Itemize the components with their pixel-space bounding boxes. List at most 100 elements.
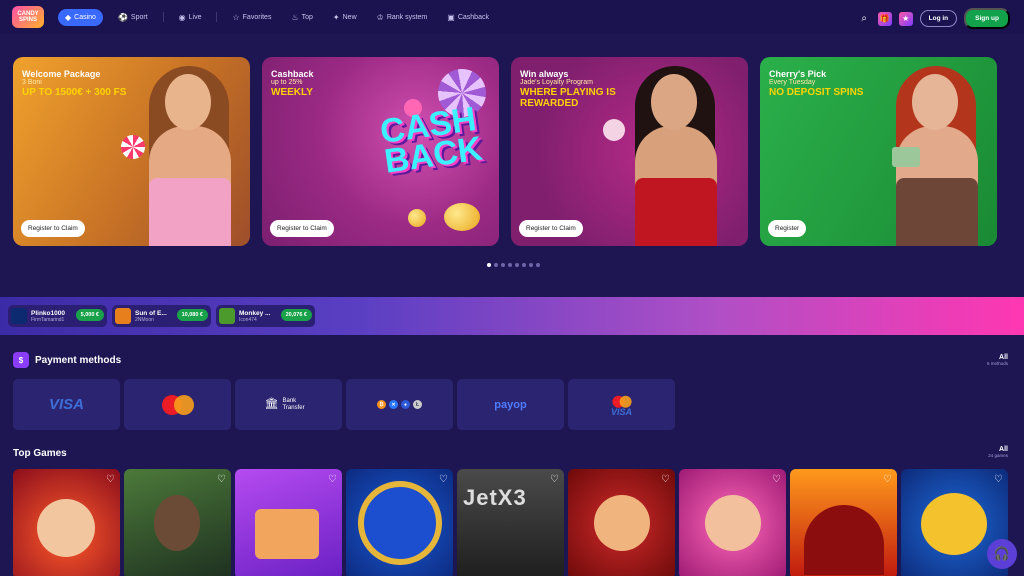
nav-favorites[interactable]: ☆ Favorites bbox=[227, 10, 276, 25]
game-art bbox=[255, 509, 319, 559]
carousel-dot[interactable] bbox=[494, 263, 498, 267]
nav-label: Casino bbox=[74, 13, 96, 21]
banner-title: Welcome Package bbox=[22, 69, 101, 79]
banner-headline: UP TO 1500€ + 300 FS bbox=[22, 87, 127, 98]
banner-welcome-package[interactable]: Welcome Package 3 Boni UP TO 1500€ + 300… bbox=[13, 57, 250, 246]
star-icon: ☆ bbox=[232, 12, 240, 22]
nav-casino[interactable]: ◆ Casino bbox=[58, 8, 103, 26]
game-tile-rapper[interactable]: ♡ bbox=[124, 469, 231, 576]
register-to-claim-button[interactable]: Register to Claim bbox=[21, 220, 85, 237]
favorite-icon[interactable]: ♡ bbox=[772, 474, 781, 485]
game-art bbox=[594, 495, 650, 551]
signup-button[interactable]: Sign up bbox=[964, 8, 1010, 29]
register-button[interactable]: Register bbox=[768, 220, 807, 237]
favorite-icon[interactable]: ♡ bbox=[328, 474, 337, 485]
winner-card[interactable]: Monkey ... Icon474 20,076 € bbox=[216, 305, 315, 327]
headset-icon: 🎧 bbox=[993, 546, 1011, 561]
favorite-icon[interactable]: ♡ bbox=[994, 474, 1003, 485]
ripple-icon: ✕ bbox=[389, 400, 398, 409]
game-tile-pyramid[interactable]: ♡ bbox=[235, 469, 342, 576]
payment-bank-transfer[interactable]: 🏛 Bank Transfer bbox=[235, 379, 342, 430]
money-image bbox=[892, 147, 920, 167]
game-tile-volcano[interactable]: ♡ bbox=[790, 469, 897, 576]
wallet-icon: $ bbox=[13, 352, 29, 368]
game-art bbox=[804, 505, 884, 575]
all-label: All bbox=[999, 354, 1008, 361]
crypto-logos: ₿ ✕ ● Ł bbox=[377, 400, 422, 409]
game-tile-lightning[interactable]: ♡ bbox=[346, 469, 453, 576]
carousel-dot[interactable] bbox=[487, 263, 491, 267]
all-count: 24 games bbox=[988, 453, 1008, 458]
payment-payop[interactable]: payop bbox=[457, 379, 564, 430]
carousel-dot[interactable] bbox=[536, 263, 540, 267]
recent-winners-strip: Plinko1000 FirmTamarind1 5,000 € Sun of … bbox=[0, 297, 1024, 335]
hostess-image bbox=[137, 66, 242, 246]
payment-crypto[interactable]: ₿ ✕ ● Ł bbox=[346, 379, 453, 430]
carousel-dot[interactable] bbox=[501, 263, 505, 267]
payment-mastercard-visa[interactable]: VISA bbox=[568, 379, 675, 430]
nav-new[interactable]: ✦ New bbox=[328, 10, 362, 25]
favorite-icon[interactable]: ♡ bbox=[217, 474, 226, 485]
favorite-icon[interactable]: ♡ bbox=[106, 474, 115, 485]
payment-visa[interactable]: VISA bbox=[13, 379, 120, 430]
banner-title: Win always bbox=[520, 69, 569, 79]
live-icon: ◉ bbox=[178, 12, 186, 22]
winner-user: Icon474 bbox=[239, 316, 257, 323]
payment-all-link[interactable]: All 6 methods bbox=[987, 354, 1008, 366]
banner-loyalty[interactable]: Win always Jade's Loyalty Program WHERE … bbox=[511, 57, 748, 246]
game-title: JetX3 bbox=[463, 485, 527, 510]
carousel-dot[interactable] bbox=[515, 263, 519, 267]
game-art bbox=[358, 481, 442, 565]
carousel-dot[interactable] bbox=[508, 263, 512, 267]
banner-subtitle: up to 25% bbox=[271, 79, 303, 86]
game-tile-mexican[interactable]: ♡ bbox=[568, 469, 675, 576]
game-thumbnail bbox=[11, 308, 27, 324]
winner-card[interactable]: Sun of E... 2NMoon 10,080 € bbox=[112, 305, 211, 327]
nav-rank-system[interactable]: ♔ Rank system bbox=[372, 10, 433, 25]
bitcoin-icon: ₿ bbox=[377, 400, 386, 409]
banner-cashback[interactable]: CASH BACK Cashback up to 25% WEEKLY Regi… bbox=[262, 57, 499, 246]
nav-label: Sport bbox=[130, 13, 148, 21]
site-logo[interactable]: CANDY SPINS bbox=[12, 6, 44, 28]
visa-logo: VISA bbox=[610, 406, 632, 417]
payment-mastercard[interactable] bbox=[124, 379, 231, 430]
favorite-icon[interactable]: ♡ bbox=[439, 474, 448, 485]
gift-icon[interactable]: 🎁 bbox=[877, 11, 892, 26]
carousel-dot[interactable] bbox=[529, 263, 533, 267]
promo-icon[interactable]: ★ bbox=[898, 11, 913, 26]
banner-cherrys-pick[interactable]: Cherry's Pick Every Tuesday NO DEPOSIT S… bbox=[760, 57, 997, 246]
search-icon[interactable]: ⌕ bbox=[858, 12, 871, 25]
payment-methods-heading: $ Payment methods bbox=[13, 352, 121, 368]
winner-user: 2NMoon bbox=[135, 316, 154, 323]
register-to-claim-button[interactable]: Register to Claim bbox=[519, 220, 583, 237]
nav-cashback[interactable]: ▣ Cashback bbox=[442, 10, 494, 25]
nav-sport[interactable]: ⚽ Sport bbox=[113, 10, 153, 25]
favorite-icon[interactable]: ♡ bbox=[661, 474, 670, 485]
carousel-dot[interactable] bbox=[522, 263, 526, 267]
nav-divider bbox=[216, 12, 218, 22]
lollipop-image bbox=[121, 135, 145, 159]
game-thumbnail bbox=[115, 308, 131, 324]
game-tile-joker[interactable]: ♡ bbox=[13, 469, 120, 576]
mastercard-logo bbox=[161, 394, 194, 415]
login-button[interactable]: Log in bbox=[919, 10, 958, 27]
game-tile-jetx3[interactable]: JetX3 ♡ bbox=[457, 469, 564, 576]
favorite-icon[interactable]: ♡ bbox=[550, 474, 559, 485]
game-tile-jester[interactable]: ♡ bbox=[679, 469, 786, 576]
banner-headline: WHERE PLAYING IS REWARDED bbox=[520, 87, 616, 109]
favorite-icon[interactable]: ♡ bbox=[883, 474, 892, 485]
winner-amount: 20,076 € bbox=[280, 309, 312, 321]
nav-top[interactable]: ♨ Top bbox=[286, 10, 317, 25]
winner-card[interactable]: Plinko1000 FirmTamarind1 5,000 € bbox=[8, 305, 107, 327]
games-all-link[interactable]: All 24 games bbox=[988, 446, 1008, 458]
register-to-claim-button[interactable]: Register to Claim bbox=[270, 220, 334, 237]
winner-user: FirmTamarind1 bbox=[31, 316, 65, 323]
support-chat-button[interactable]: 🎧 bbox=[987, 539, 1017, 569]
ball-icon: ⚽ bbox=[117, 12, 128, 22]
nav-live[interactable]: ◉ Live bbox=[174, 10, 207, 25]
visa-logo: VISA bbox=[48, 396, 84, 413]
coin-image bbox=[408, 209, 426, 227]
banner-subtitle: Jade's Loyalty Program bbox=[520, 79, 593, 86]
game-art bbox=[921, 493, 987, 555]
ice-cream-image bbox=[603, 119, 625, 141]
